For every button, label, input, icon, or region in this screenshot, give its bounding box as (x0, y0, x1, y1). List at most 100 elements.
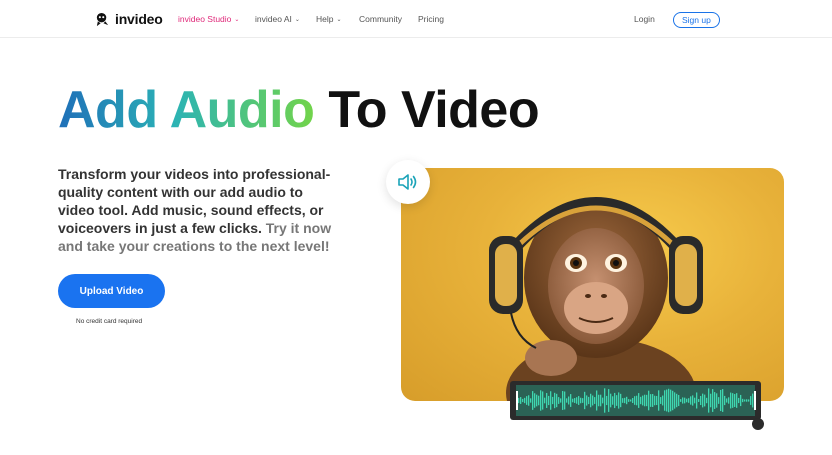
waveform-bar (704, 394, 706, 407)
waveform-bar (684, 397, 686, 404)
waveform-bar (630, 399, 632, 402)
hero-title-rest: To Video (328, 81, 540, 139)
waveform-bar (528, 395, 530, 406)
waveform-bar (694, 397, 696, 404)
waveform-bar (594, 397, 596, 404)
nav-invideo-studio[interactable]: invideo Studio ⌄ (178, 14, 239, 24)
brand-name: invideo (115, 11, 163, 27)
speaker-volume-button[interactable] (386, 160, 430, 204)
waveform-bar (582, 398, 584, 403)
waveform-bar (640, 396, 642, 405)
waveform-bar (542, 391, 544, 410)
audio-waveform-track[interactable] (510, 381, 761, 420)
invideo-logo-icon (96, 12, 109, 26)
hero-media-image (401, 168, 784, 401)
waveform-bar (700, 395, 702, 406)
waveform-bar (606, 395, 608, 406)
waveform-bar (752, 393, 754, 408)
waveform-bar (716, 393, 718, 408)
waveform-bar (696, 392, 698, 409)
hero-description: Transform your videos into professional-… (58, 165, 343, 255)
waveform-bar (584, 391, 586, 410)
waveform-bar (536, 394, 538, 407)
waveform-bar (570, 394, 572, 407)
waveform-bar (672, 390, 674, 411)
waveform-bar (518, 397, 520, 404)
waveform-bar (702, 393, 704, 408)
waveform-bar (616, 395, 618, 406)
waveform-bar (572, 398, 574, 403)
chevron-down-icon: ⌄ (336, 17, 342, 23)
waveform-bar (622, 398, 624, 403)
waveform-bar (712, 389, 714, 412)
waveform-bar (692, 395, 694, 406)
waveform-bar (544, 397, 546, 404)
nav-community[interactable]: Community (359, 14, 402, 24)
no-credit-card-note: No credit card required (76, 318, 143, 325)
waveform-bar (586, 395, 588, 406)
waveform-bar (626, 396, 628, 405)
nav-invideo-ai[interactable]: invideo AI ⌄ (255, 14, 300, 24)
speaker-volume-icon (398, 174, 417, 190)
waveform-bar (728, 397, 730, 404)
brand-logo[interactable]: invideo (95, 11, 163, 27)
waveform-bar (624, 397, 626, 404)
nav-label: invideo AI (255, 14, 292, 24)
hero-title-highlight: Add Audio (58, 81, 315, 139)
waveform-bar (568, 396, 570, 405)
nav-pricing[interactable]: Pricing (418, 14, 444, 24)
waveform-bar (634, 396, 636, 405)
waveform-bar (750, 396, 752, 405)
waveform-bar (688, 398, 690, 403)
waveform-bar (566, 398, 568, 403)
waveform-bar (718, 397, 720, 404)
waveform-bar (652, 394, 654, 407)
waveform-trim-handle (754, 391, 756, 410)
waveform-bar (654, 395, 656, 406)
waveform-bar (530, 398, 532, 403)
waveform-bar (734, 394, 736, 407)
waveform-bar (744, 399, 746, 402)
waveform-bar (554, 392, 556, 409)
waveform-bar (686, 398, 688, 403)
waveform-bar (680, 399, 682, 402)
waveform-bar (522, 398, 524, 403)
waveform-trim-handle (516, 391, 518, 410)
waveform-bar (550, 391, 552, 410)
upload-video-button[interactable]: Upload Video (58, 274, 165, 308)
waveform-bar (668, 388, 670, 413)
waveform-bar (674, 392, 676, 409)
hero-title: Add Audio To Video (58, 80, 540, 140)
waveform-bar (714, 392, 716, 409)
waveform-bar (646, 394, 648, 407)
nav-label: Pricing (418, 14, 444, 24)
waveform-bar (608, 389, 610, 412)
waveform-bar (588, 396, 590, 405)
waveform-bar (620, 393, 622, 408)
waveform-bar (730, 392, 732, 409)
nav-label: Community (359, 14, 402, 24)
waveform-bar (678, 394, 680, 407)
waveform-bar (600, 394, 602, 407)
login-link[interactable]: Login (634, 14, 655, 24)
waveform-bar (580, 397, 582, 404)
waveform-bar (650, 394, 652, 407)
waveform-bar (698, 399, 700, 402)
waveform-bar (736, 393, 738, 408)
signup-button[interactable]: Sign up (673, 12, 720, 28)
waveform-bar (524, 397, 526, 404)
waveform-bar (724, 395, 726, 406)
waveform-bar (552, 396, 554, 405)
waveform-bar (666, 389, 668, 412)
waveform-bar (558, 397, 560, 404)
waveform-bar (548, 395, 550, 406)
waveform-bar (614, 392, 616, 409)
waveform-bar (676, 393, 678, 408)
waveform-bar (748, 399, 750, 402)
waveform-playhead-handle[interactable] (752, 418, 764, 430)
waveform-bar (618, 392, 620, 409)
waveform-bar (740, 394, 742, 407)
nav-help[interactable]: Help ⌄ (316, 14, 342, 24)
waveform-bar (710, 393, 712, 408)
waveform-bar (660, 397, 662, 404)
